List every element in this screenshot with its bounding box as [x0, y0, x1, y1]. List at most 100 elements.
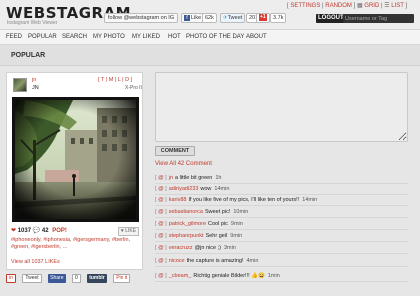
- nav-photo-of-the-day[interactable]: PHOTO OF THE DAY: [186, 34, 244, 40]
- comment-user[interactable]: nicoce: [169, 258, 185, 264]
- comment-user[interactable]: _cbeam_: [169, 273, 192, 279]
- logout-button[interactable]: LOGOUT: [316, 14, 346, 23]
- like-count: 1037: [17, 228, 32, 234]
- section-bar: POPULAR: [0, 45, 420, 66]
- comment-user[interactable]: jn: [169, 175, 173, 181]
- comment-time: 4min: [246, 258, 259, 264]
- comment-time: 10min: [233, 209, 249, 215]
- comment-user[interactable]: veracruzz: [169, 245, 193, 251]
- comment-row: [ @ ] stephanrpunkt Sehr geil 9min: [155, 231, 408, 242]
- site-tagline: Instagram Web Viewer: [7, 20, 58, 26]
- gplus-icon: +1: [259, 14, 267, 22]
- photo-card: jn JN [ T | M | L | D ] X-Pro II ❤ 1037 …: [6, 72, 143, 270]
- comment-row: [ @ ] adiriyadi233 wow 14min: [155, 184, 408, 195]
- comment-text: @jn nice ;): [194, 245, 221, 251]
- comment-text: Sehr geil: [205, 233, 228, 239]
- nav-feed[interactable]: FEED: [6, 34, 22, 40]
- heart-icon: ❤: [11, 228, 17, 234]
- comment-user[interactable]: sebastianorca: [169, 209, 203, 215]
- tweet-label: Tweet: [227, 15, 243, 21]
- comment-reply-link[interactable]: [ @ ]: [155, 186, 167, 192]
- comment-reply-link[interactable]: [ @ ]: [155, 258, 167, 264]
- comment-text: the capture is amazing!: [186, 258, 244, 264]
- follow-button[interactable]: follow @webstagram on IG: [104, 13, 179, 23]
- tweet-share-button[interactable]: Tweet: [22, 274, 42, 283]
- tumblr-button[interactable]: tumblr: [87, 274, 107, 283]
- comment-row: [ @ ] nicoce the capture is amazing! 4min: [155, 256, 408, 267]
- post-tags[interactable]: #iphoneonly, #iphonesia, #igersgermany, …: [11, 237, 139, 251]
- comment-text: wow: [200, 186, 212, 192]
- random-link[interactable]: RANDOM: [325, 3, 352, 9]
- comment-reply-link[interactable]: [ @ ]: [155, 175, 167, 181]
- tweet-button[interactable]: ✈Tweet: [220, 13, 246, 23]
- comment-reply-link[interactable]: [ @ ]: [155, 197, 167, 203]
- post-stats: ❤ 1037 💬 42 POP!: [11, 227, 67, 234]
- list-icon: ☰: [384, 3, 390, 9]
- nav-my-liked[interactable]: MY LIKED: [132, 34, 160, 40]
- like-heart-icon: ♥: [120, 228, 124, 234]
- comment-reply-link[interactable]: [ @ ]: [155, 233, 167, 239]
- gplus-button[interactable]: +1: [256, 13, 270, 23]
- facebook-icon: f: [184, 14, 190, 21]
- pinterest-button[interactable]: Pin it: [113, 274, 131, 283]
- avatar[interactable]: [13, 78, 27, 92]
- nav-hot[interactable]: HOT: [168, 34, 181, 40]
- comment-user[interactable]: stephanrpunkt: [169, 233, 204, 239]
- comment-reply-link[interactable]: [ @ ]: [155, 209, 167, 215]
- pop-badge: POP!: [52, 228, 67, 234]
- view-all-likes-link[interactable]: View all 1037 LIKEs: [11, 259, 60, 265]
- comment-row: [ @ ] sebastianorca Sweet pic! 10min: [155, 207, 408, 218]
- comment-user[interactable]: patrick_gilmore: [169, 221, 206, 227]
- comment-time: 1h: [215, 175, 222, 181]
- comment-time: 1min: [267, 273, 280, 279]
- comment-time: 3min: [223, 245, 236, 251]
- grid-icon: ▦: [356, 3, 363, 9]
- nav-about[interactable]: ABOUT: [246, 34, 267, 40]
- comment-button[interactable]: COMMENT: [155, 146, 195, 156]
- comment-reply-link[interactable]: [ @ ]: [155, 273, 167, 279]
- comment-textarea[interactable]: [155, 72, 408, 142]
- facebook-like-button[interactable]: f Like: [181, 13, 205, 23]
- post-photo[interactable]: [12, 97, 139, 222]
- comment-text: If you like five of my pics, I'll like t…: [188, 197, 300, 203]
- comment-row: [ @ ] veracruzz @jn nice ;) 3min: [155, 243, 408, 254]
- nav-search[interactable]: SEARCH: [62, 34, 87, 40]
- comment-text: a little bit green: [175, 175, 213, 181]
- instagram-share-button[interactable]: in: [6, 274, 16, 283]
- facebook-share-button[interactable]: Share: [48, 274, 66, 283]
- comment-row: [ @ ] kariv88 If you like five of my pics,…: [155, 195, 408, 206]
- photo-image: [15, 100, 136, 219]
- comment-row: [ @ ] patrick_gilmore Cool pic 9min: [155, 219, 408, 230]
- comment-text: Cool pic: [208, 221, 228, 227]
- post-username[interactable]: jn: [32, 77, 36, 83]
- comment-row: [ @ ] _cbeam_ Richtig geniale Bilder!!! 👍😄…: [155, 271, 408, 282]
- search-input[interactable]: [343, 14, 414, 23]
- view-all-comments-link[interactable]: View All 42 Comment: [155, 161, 212, 167]
- top-bar: WEBSTAGRAM Instagram Web Viewer follow @…: [0, 0, 420, 30]
- comment-reply-link[interactable]: [ @ ]: [155, 221, 167, 227]
- settings-link[interactable]: SETTINGS: [290, 3, 320, 9]
- comment-count: 42: [41, 228, 49, 234]
- section-title: POPULAR: [11, 52, 46, 59]
- comment-icon: 💬: [32, 228, 41, 234]
- comment-user[interactable]: kariv88: [169, 197, 187, 203]
- post-links[interactable]: [ T | M | L | D ]: [98, 77, 132, 83]
- comment-time: 9min: [230, 233, 243, 239]
- main-nav: FEED POPULAR SEARCH MY PHOTO MY LIKED HO…: [0, 30, 420, 45]
- list-link[interactable]: LIST: [391, 3, 404, 9]
- comment-row: [ @ ] jn a little bit green 1h: [155, 173, 408, 184]
- comment-time: 14min: [214, 186, 230, 192]
- comment-time: 9min: [230, 221, 243, 227]
- top-links: [ SETTINGS | RANDOM ] ▦ GRID | ☰ LIST ]: [287, 3, 408, 9]
- facebook-like-count: 62k: [202, 13, 217, 23]
- comment-user[interactable]: adiriyadi233: [169, 186, 199, 192]
- share-row: in Tweet Share 0 tumblr Pin it: [6, 274, 132, 284]
- comment-text: Richtig geniale Bilder!!! 👍😄: [193, 273, 265, 279]
- nav-popular[interactable]: POPULAR: [28, 34, 57, 40]
- comment-reply-link[interactable]: [ @ ]: [155, 245, 167, 251]
- nav-my-photo[interactable]: MY PHOTO: [93, 34, 125, 40]
- share-count: 0: [71, 274, 81, 283]
- like-button[interactable]: ♥ LIKE: [118, 227, 139, 236]
- grid-link[interactable]: GRID: [364, 3, 379, 9]
- comment-time: 14min: [302, 197, 318, 203]
